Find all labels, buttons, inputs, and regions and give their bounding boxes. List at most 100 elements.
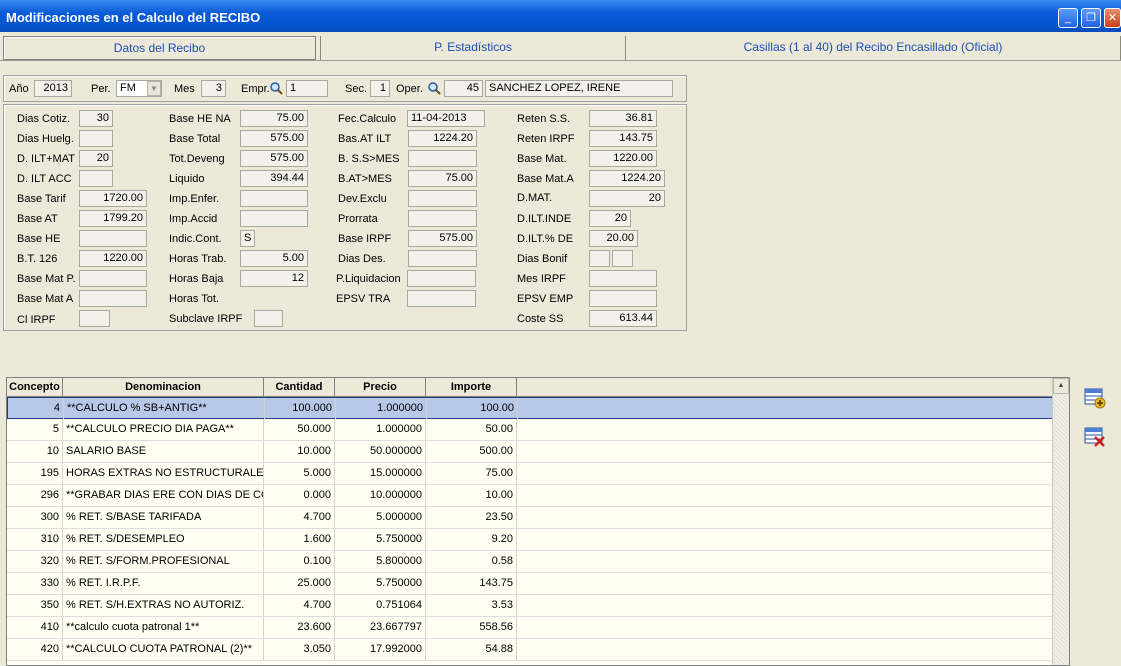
cell-denominacion[interactable]: SALARIO BASE [63, 441, 264, 462]
table-row[interactable]: 195 HORAS EXTRAS NO ESTRUCTURALES 5.000 15.… [7, 463, 1053, 485]
cell-cantidad[interactable]: 100.000 [265, 398, 336, 419]
cell-denominacion[interactable]: **GRABAR DIAS ERE CON DIAS DE COT* [63, 485, 264, 506]
col3-field[interactable] [407, 270, 476, 287]
cell-cantidad[interactable]: 25.000 [264, 573, 335, 594]
col4-field[interactable]: 1220.00 [589, 150, 657, 167]
tab-p-estadisticos[interactable]: P. Estadísticos [320, 36, 626, 60]
search-icon[interactable] [269, 81, 283, 95]
cell-importe[interactable]: 100.00 [427, 398, 518, 419]
table-row[interactable]: 410 **calculo cuota patronal 1** 23.600 23.… [7, 617, 1053, 639]
col4-field[interactable]: 36.81 [589, 110, 657, 127]
col2-field[interactable] [254, 310, 283, 327]
col3-field[interactable] [408, 250, 477, 267]
cell-importe[interactable]: 3.53 [426, 595, 517, 616]
cell-precio[interactable]: 50.000000 [335, 441, 426, 462]
col4-field[interactable] [589, 290, 657, 307]
col4-field-extra[interactable] [612, 250, 633, 267]
restore-icon[interactable]: ❐ [1081, 8, 1101, 28]
table-row[interactable]: 420 **CALCULO CUOTA PATRONAL (2)** 3.050 17… [7, 639, 1053, 661]
cell-importe[interactable]: 143.75 [426, 573, 517, 594]
cell-denominacion[interactable]: **calculo cuota patronal 1** [63, 617, 264, 638]
cell-concepto[interactable]: 296 [7, 485, 63, 506]
cell-cantidad[interactable]: 10.000 [264, 441, 335, 462]
empr-field[interactable]: 1 [286, 80, 328, 97]
cell-importe[interactable]: 10.00 [426, 485, 517, 506]
cell-denominacion[interactable]: % RET. I.R.P.F. [63, 573, 264, 594]
delete-row-icon[interactable] [1084, 426, 1106, 448]
col1-field[interactable] [79, 130, 113, 147]
sec-field[interactable]: 1 [370, 80, 390, 97]
col2-field[interactable]: 12 [240, 270, 308, 287]
cell-importe[interactable]: 0.58 [426, 551, 517, 572]
cell-precio[interactable]: 1.000000 [335, 419, 426, 440]
cell-precio[interactable]: 0.751064 [335, 595, 426, 616]
close-icon[interactable]: ✕ [1104, 8, 1121, 28]
col2-field[interactable] [240, 190, 308, 207]
cell-importe[interactable]: 50.00 [426, 419, 517, 440]
column-header-concepto[interactable]: Concepto [7, 378, 63, 397]
cell-concepto[interactable]: 350 [7, 595, 63, 616]
table-row[interactable]: 350% RET. S/H.EXTRAS NO AUTORIZ. 4.700 0.7… [7, 595, 1053, 617]
cell-precio[interactable]: 1.000000 [336, 398, 427, 419]
cell-cantidad[interactable]: 3.050 [264, 639, 335, 660]
column-header-precio[interactable]: Precio [335, 378, 426, 397]
col1-field[interactable]: 30 [79, 110, 113, 127]
cell-importe[interactable]: 558.56 [426, 617, 517, 638]
cell-cantidad[interactable]: 4.700 [264, 595, 335, 616]
col2-field[interactable]: 394.44 [240, 170, 308, 187]
cell-cantidad[interactable]: 5.000 [264, 463, 335, 484]
col4-field[interactable]: 20 [589, 210, 631, 227]
cell-cantidad[interactable]: 50.000 [264, 419, 335, 440]
cell-concepto[interactable]: 320 [7, 551, 63, 572]
cell-concepto[interactable]: 330 [7, 573, 63, 594]
column-header-importe[interactable]: Importe [426, 378, 517, 397]
cell-denominacion[interactable]: % RET. S/FORM.PROFESIONAL [63, 551, 264, 572]
cell-precio[interactable]: 17.992000 [335, 639, 426, 660]
table-row[interactable]: 5 **CALCULO PRECIO DIA PAGA** 50.000 1.0000… [7, 419, 1053, 441]
table-row[interactable]: 330% RET. I.R.P.F. 25.000 5.750000 143.75 [7, 573, 1053, 595]
col1-field[interactable] [79, 290, 147, 307]
col3-field[interactable] [408, 190, 477, 207]
col2-field[interactable]: 5.00 [240, 250, 308, 267]
col3-field[interactable] [408, 210, 477, 227]
col4-field[interactable] [589, 270, 657, 287]
cell-cantidad[interactable]: 1.600 [264, 529, 335, 550]
cell-precio[interactable]: 5.750000 [335, 529, 426, 550]
col4-field[interactable]: 20.00 [589, 230, 638, 247]
cell-precio[interactable]: 5.000000 [335, 507, 426, 528]
mes-field[interactable]: 3 [201, 80, 226, 97]
cell-importe[interactable]: 9.20 [426, 529, 517, 550]
cell-importe[interactable]: 500.00 [426, 441, 517, 462]
scroll-up-icon[interactable]: ▲ [1053, 378, 1069, 394]
cell-denominacion[interactable]: HORAS EXTRAS NO ESTRUCTURALES [63, 463, 264, 484]
cell-concepto[interactable]: 195 [7, 463, 63, 484]
minimize-icon[interactable]: _ [1058, 8, 1078, 28]
cell-cantidad[interactable]: 0.000 [264, 485, 335, 506]
anio-field[interactable]: 2013 [34, 80, 72, 97]
tab-datos-recibo[interactable]: Datos del Recibo [3, 36, 316, 60]
col3-field[interactable] [408, 150, 477, 167]
chevron-down-icon[interactable]: ▼ [147, 81, 161, 96]
col4-field[interactable] [589, 250, 610, 267]
table-row[interactable]: 10 SALARIO BASE 10.000 50.000000 500.00 [7, 441, 1053, 463]
cell-importe[interactable]: 23.50 [426, 507, 517, 528]
col1-field[interactable]: 1220.00 [79, 250, 147, 267]
col1-field[interactable] [79, 270, 147, 287]
cell-precio[interactable]: 5.800000 [335, 551, 426, 572]
col2-field[interactable] [240, 210, 308, 227]
cell-concepto[interactable]: 5 [7, 419, 63, 440]
cell-precio[interactable]: 15.000000 [335, 463, 426, 484]
col4-field[interactable]: 613.44 [589, 310, 657, 327]
add-row-icon[interactable] [1084, 387, 1106, 409]
vertical-scrollbar[interactable]: ▲ [1052, 378, 1069, 665]
col2-field[interactable]: 75.00 [240, 110, 308, 127]
column-header-denominacion[interactable]: Denominacion [63, 378, 264, 397]
cell-denominacion[interactable]: **CALCULO % SB+ANTIG** [64, 398, 265, 419]
cell-denominacion[interactable]: % RET. S/DESEMPLEO [63, 529, 264, 550]
col1-field[interactable] [79, 170, 113, 187]
col1-field[interactable]: 1799.20 [79, 210, 147, 227]
cell-importe[interactable]: 75.00 [426, 463, 517, 484]
col1-field[interactable]: 1720.00 [79, 190, 147, 207]
col1-field[interactable]: 20 [79, 150, 113, 167]
cell-denominacion[interactable]: **CALCULO PRECIO DIA PAGA** [63, 419, 264, 440]
